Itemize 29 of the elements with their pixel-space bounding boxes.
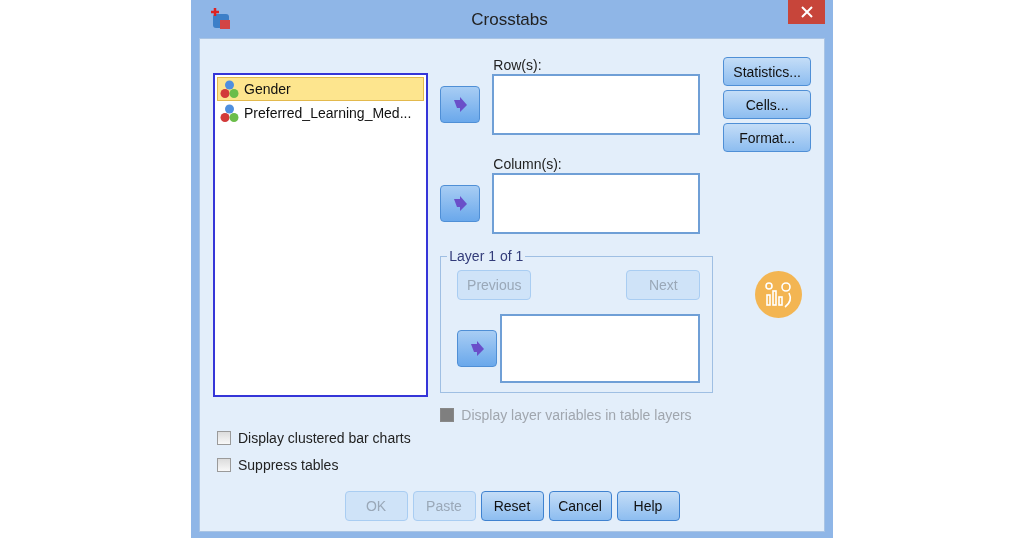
- target-field[interactable]: [492, 173, 701, 234]
- close-icon: [800, 6, 813, 18]
- checkbox-option[interactable]: Display clustered bar charts: [217, 429, 429, 447]
- dialog-button[interactable]: Cancel: [548, 491, 612, 521]
- chart-badge-icon: [755, 271, 803, 318]
- checkbox-option[interactable]: Suppress tables: [217, 456, 429, 474]
- dialog-button[interactable]: Reset: [480, 491, 544, 521]
- target-label: Column(s):: [493, 156, 563, 173]
- dialog-button[interactable]: Statistics...: [723, 57, 811, 86]
- dialog-button[interactable]: Format...: [723, 123, 811, 152]
- layer-field[interactable]: [500, 314, 701, 383]
- target-field[interactable]: [492, 74, 701, 135]
- arrow-icon: [469, 340, 486, 357]
- dialog-button[interactable]: Cells...: [723, 90, 811, 119]
- arrow-icon: [452, 195, 469, 212]
- move-arrow-button[interactable]: [440, 86, 481, 123]
- close-button[interactable]: [788, 0, 825, 24]
- layer-legend: Layer 1 of 1: [447, 248, 526, 264]
- variable-balls-icon: [220, 103, 239, 123]
- arrow-icon: [452, 96, 469, 113]
- crosstab-app-icon: [209, 8, 231, 30]
- move-arrow-button[interactable]: [457, 330, 498, 367]
- move-arrow-button[interactable]: [440, 185, 481, 222]
- dialog-button[interactable]: Help: [616, 491, 680, 521]
- variable-balls-icon: [220, 79, 239, 99]
- target-label: Row(s):: [493, 57, 543, 74]
- variable-item[interactable]: Gender: [217, 77, 425, 101]
- window-title: Crosstabs: [470, 10, 549, 30]
- variable-item[interactable]: Preferred_Learning_Med...: [217, 101, 425, 125]
